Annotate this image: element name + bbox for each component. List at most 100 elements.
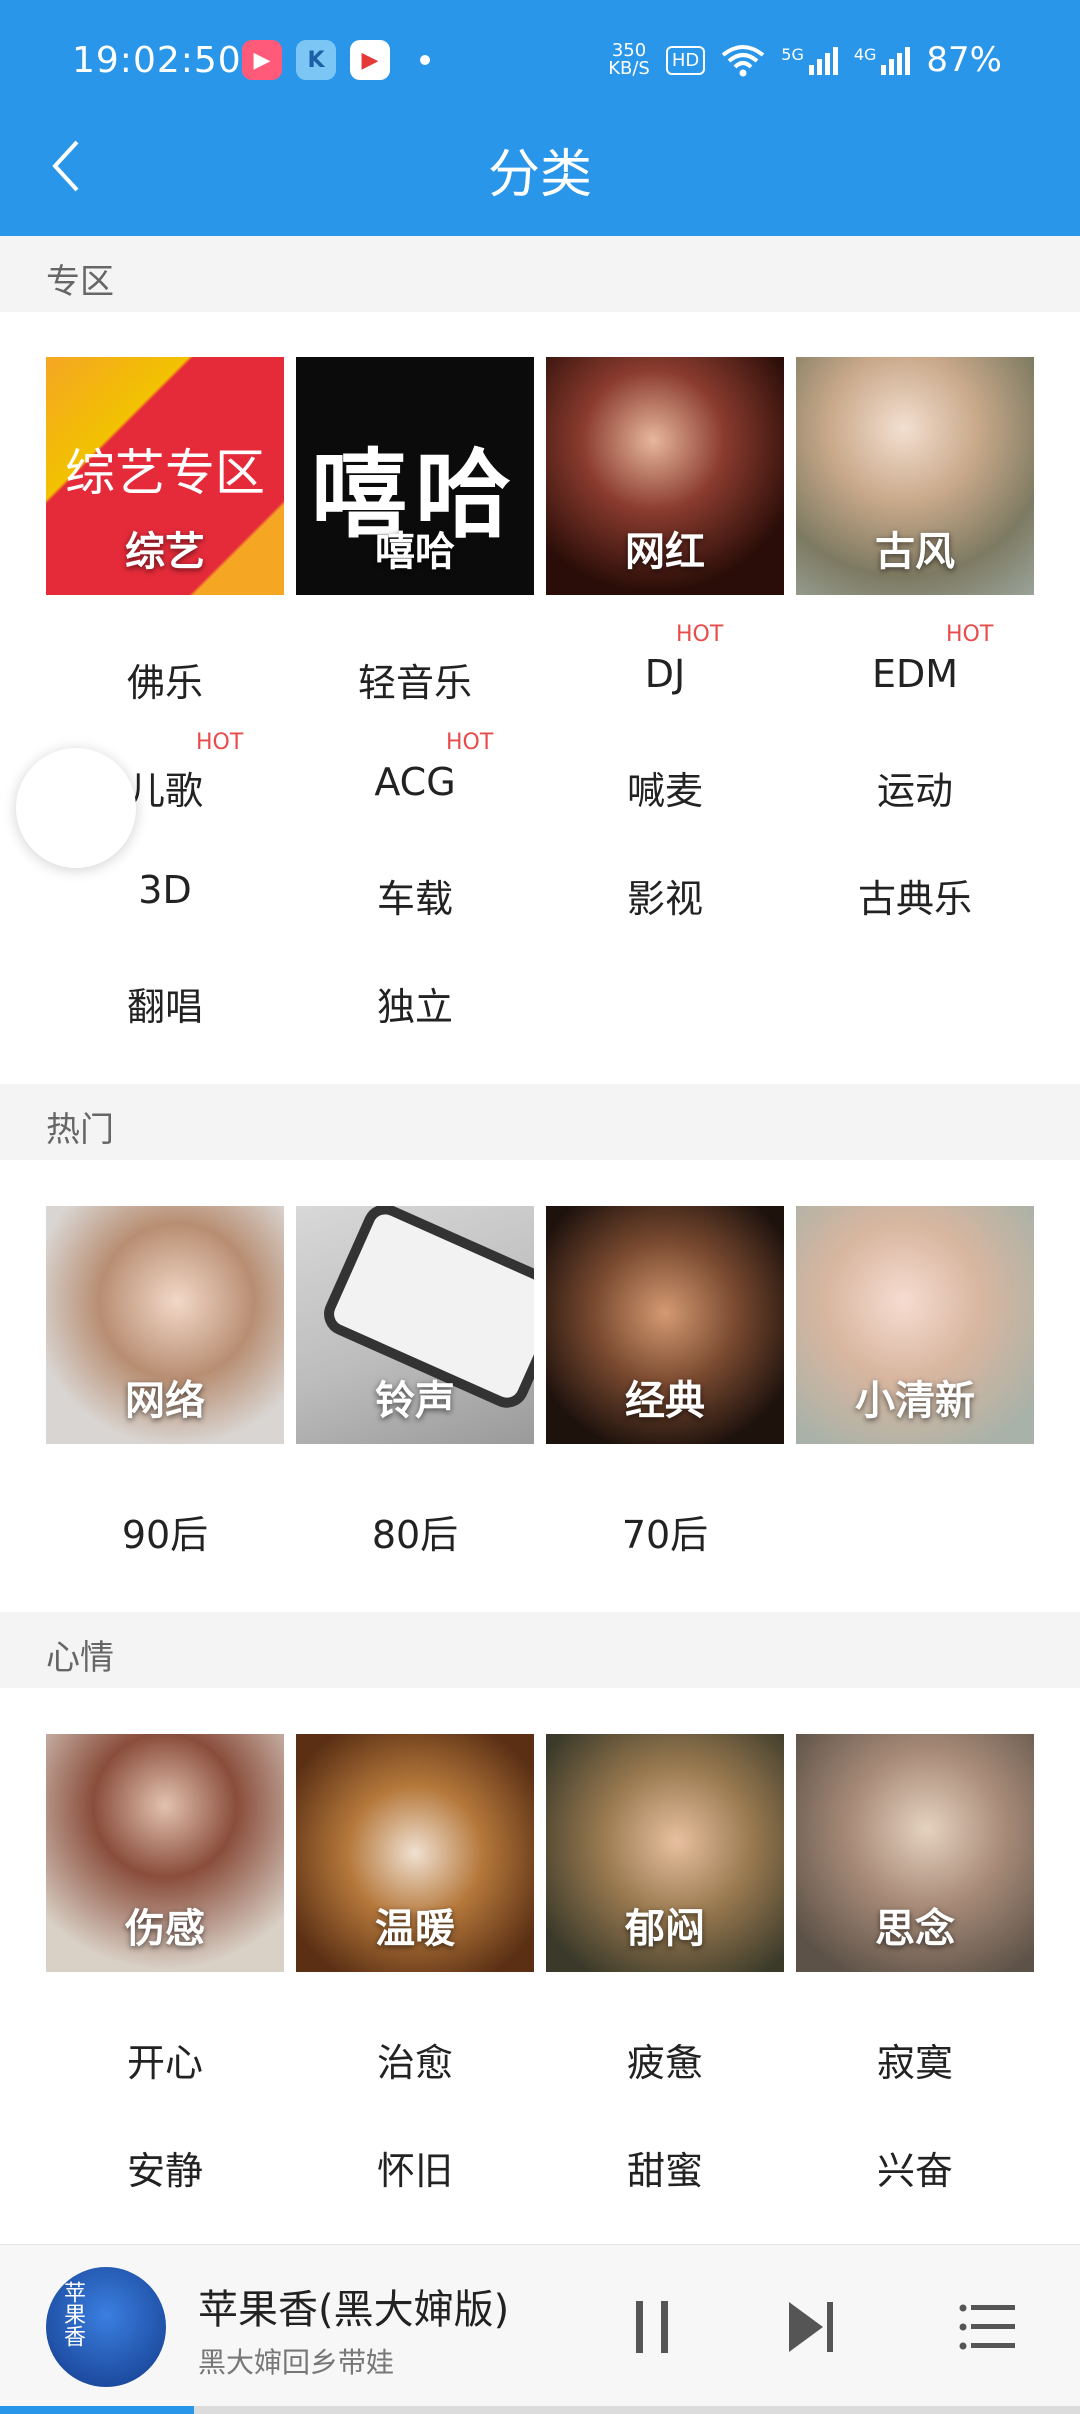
tag-label: 开心	[126, 2041, 203, 2085]
tag-label: 儿歌	[126, 769, 203, 813]
tile-fresh[interactable]: 小清新	[796, 1206, 1034, 1444]
next-track-icon	[789, 2302, 833, 2352]
section-title: 热门	[46, 1110, 114, 1150]
tag-shout-mc[interactable]: 喊麦	[540, 760, 790, 815]
status-bar: 19:02:50 ▶ K ▶ 350 KB/S HD 5G 4G 87%	[0, 0, 1080, 128]
tag-label: 安静	[126, 2149, 203, 2193]
tag-edm[interactable]: EDM HOT	[790, 622, 1040, 696]
tile-label: 经典	[625, 1378, 705, 1424]
floating-assistant-ball[interactable]	[16, 748, 136, 868]
section-header-hot: 热门	[0, 1084, 1080, 1160]
tile-influencer[interactable]: 网红	[546, 357, 784, 595]
net-speed: 350 KB/S	[608, 42, 650, 78]
app-header: 19:02:50 ▶ K ▶ 350 KB/S HD 5G 4G 87% 分类	[0, 0, 1080, 236]
next-button[interactable]	[780, 2295, 844, 2359]
artist-name: 黑大婶回乡带娃	[198, 2346, 395, 2379]
tile-label: 思念	[875, 1906, 955, 1952]
tile-label: 小清新	[855, 1378, 975, 1424]
tag-healing[interactable]: 治愈	[290, 2032, 540, 2087]
tag-classical[interactable]: 古典乐	[790, 868, 1040, 923]
hot-badge: HOT	[676, 622, 724, 647]
tile-label: 嘻哈	[375, 529, 455, 575]
battery-percent: 87%	[926, 40, 1002, 80]
video-app-icon: ▶	[242, 40, 282, 80]
tag-label: 佛乐	[126, 661, 203, 705]
section-header-zone: 专区	[0, 236, 1080, 312]
tag-excited[interactable]: 兴奋	[790, 2140, 1040, 2195]
hot-badge: HOT	[946, 622, 994, 647]
tile-warm[interactable]: 温暖	[296, 1734, 534, 1972]
playback-progress-fill	[0, 2406, 195, 2414]
section-header-mood: 心情	[0, 1612, 1080, 1688]
tag-nostalgic[interactable]: 怀旧	[290, 2140, 540, 2195]
tag-70s[interactable]: 70后	[540, 1504, 790, 1559]
tag-happy[interactable]: 开心	[40, 2032, 290, 2087]
tag-cover[interactable]: 翻唱	[40, 976, 290, 1031]
tag-label: 兴奋	[876, 2149, 953, 2193]
playlist-button[interactable]	[956, 2295, 1020, 2359]
tag-3d[interactable]: 3D	[40, 868, 290, 912]
signal-4g-icon: 4G	[854, 45, 911, 75]
pause-icon	[636, 2301, 668, 2353]
signal-5g-icon: 5G	[781, 45, 838, 75]
tag-label: 喊麦	[626, 769, 703, 813]
song-title[interactable]: 苹果香(黑大婶版)	[198, 2277, 509, 2335]
tile-sad[interactable]: 伤感	[46, 1734, 284, 1972]
section-title: 心情	[46, 1638, 114, 1678]
tag-tired[interactable]: 疲惫	[540, 2032, 790, 2087]
status-time: 19:02:50	[72, 40, 242, 81]
tile-label: 伤感	[125, 1906, 205, 1952]
play-app-icon: ▶	[350, 40, 390, 80]
tag-indie[interactable]: 独立	[290, 976, 540, 1031]
notification-icons: ▶ K ▶	[242, 40, 430, 80]
page-title: 分类	[487, 145, 592, 205]
tile-internet[interactable]: 网络	[46, 1206, 284, 1444]
album-cover[interactable]: 苹果香	[46, 2267, 166, 2387]
tile-ringtone[interactable]: 铃声	[296, 1206, 534, 1444]
tag-80s[interactable]: 80后	[290, 1504, 540, 1559]
tag-buddhist-music[interactable]: 佛乐	[40, 652, 290, 707]
pause-button[interactable]	[620, 2295, 684, 2359]
tile-missing[interactable]: 思念	[796, 1734, 1034, 1972]
tile-variety[interactable]: 综艺专区 综艺	[46, 357, 284, 595]
tile-ancient-style[interactable]: 古风	[796, 357, 1034, 595]
more-notifications-dot-icon	[420, 55, 430, 65]
mini-player: 苹果香 苹果香(黑大婶版) 黑大婶回乡带娃	[0, 2244, 1080, 2414]
tile-label: 铃声	[375, 1378, 455, 1424]
playback-progress[interactable]	[0, 2406, 1080, 2414]
cover-text: 苹果香	[60, 2281, 85, 2347]
tag-car[interactable]: 车载	[290, 868, 540, 923]
tag-dj[interactable]: DJ HOT	[540, 622, 790, 696]
k-app-icon: K	[296, 40, 336, 80]
tag-lonely[interactable]: 寂寞	[790, 2032, 1040, 2087]
tile-label: 网红	[625, 529, 705, 575]
tag-label: ACG	[374, 760, 456, 804]
tag-label: DJ	[644, 652, 686, 696]
hd-badge: HD	[665, 45, 706, 75]
signal-4g-label: 4G	[853, 45, 877, 64]
tag-light-music[interactable]: 轻音乐	[290, 652, 540, 707]
tag-sweet[interactable]: 甜蜜	[540, 2140, 790, 2195]
tag-90s[interactable]: 90后	[40, 1504, 290, 1559]
tag-film-tv[interactable]: 影视	[540, 868, 790, 923]
tag-label: 90后	[121, 1513, 209, 1557]
tag-label: 运动	[876, 769, 953, 813]
tile-label: 网络	[125, 1378, 205, 1424]
tile-label: 古风	[875, 529, 955, 575]
tile-classic[interactable]: 经典	[546, 1206, 784, 1444]
tag-label: 治愈	[376, 2041, 453, 2085]
signal-5g-label: 5G	[781, 45, 804, 64]
tag-label: 80后	[371, 1513, 459, 1557]
tile-hiphop[interactable]: 嘻哈 嘻哈	[296, 357, 534, 595]
hot-badge: HOT	[446, 730, 494, 755]
tile-overtext: 综艺专区	[65, 444, 265, 502]
tile-label: 温暖	[375, 1906, 455, 1952]
tile-depressed[interactable]: 郁闷	[546, 1734, 784, 1972]
tag-sports[interactable]: 运动	[790, 760, 1040, 815]
tag-label: 70后	[621, 1513, 709, 1557]
tag-quiet[interactable]: 安静	[40, 2140, 290, 2195]
tag-acg[interactable]: ACG HOT	[290, 730, 540, 804]
tag-label: 寂寞	[876, 2041, 953, 2085]
wifi-icon	[722, 45, 765, 77]
playlist-icon	[959, 2304, 1015, 2350]
